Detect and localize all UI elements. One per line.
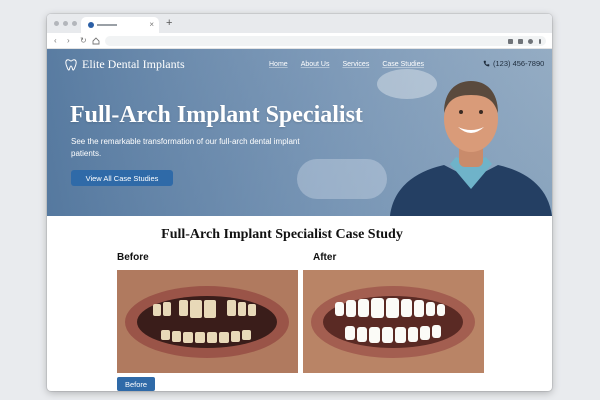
- address-bar[interactable]: [105, 36, 546, 46]
- hero-subtitle: See the remarkable transformation of our…: [71, 137, 300, 158]
- extension-icon[interactable]: [508, 39, 513, 44]
- before-teeth-photo: [117, 270, 298, 373]
- browser-window: × + ‹ › ↻ Elite Dental Implants Home Abo…: [47, 14, 552, 391]
- browser-toolbar: ‹ › ↻: [47, 33, 552, 49]
- hero-title: Full-Arch Implant Specialist: [70, 102, 363, 128]
- minimize-window-dot[interactable]: [63, 21, 68, 26]
- profile-icon[interactable]: [528, 39, 533, 44]
- reload-icon[interactable]: ↻: [80, 35, 87, 47]
- view-all-case-studies-button[interactable]: View All Case Studies: [71, 170, 173, 186]
- nav-home[interactable]: Home: [269, 61, 288, 68]
- new-tab-button[interactable]: +: [166, 16, 172, 30]
- close-window-dot[interactable]: [54, 21, 59, 26]
- after-teeth-photo: [303, 270, 484, 373]
- nav-services[interactable]: Services: [342, 61, 369, 68]
- menu-icon[interactable]: [539, 39, 541, 44]
- clinic-chair-decoration: [297, 159, 387, 199]
- bookmark-icon[interactable]: [518, 39, 523, 44]
- window-controls: [54, 21, 77, 26]
- before-label: Before: [117, 252, 149, 263]
- doctor-portrait-image: [390, 81, 552, 216]
- after-label: After: [313, 252, 337, 263]
- back-icon[interactable]: ‹: [54, 35, 57, 47]
- browser-tab[interactable]: ×: [81, 17, 159, 33]
- favicon-icon: [88, 22, 94, 28]
- tab-bar: × +: [47, 14, 552, 33]
- logo-text: Elite Dental Implants: [82, 57, 185, 71]
- site-logo[interactable]: Elite Dental Implants: [64, 57, 185, 72]
- home-icon[interactable]: [92, 37, 100, 45]
- maximize-window-dot[interactable]: [72, 21, 77, 26]
- tooth-icon: [65, 58, 77, 71]
- forward-icon[interactable]: ›: [67, 35, 70, 47]
- page-viewport: Elite Dental Implants Home About Us Serv…: [47, 49, 552, 391]
- tab-title-placeholder: [97, 24, 117, 26]
- hero-banner: Elite Dental Implants Home About Us Serv…: [47, 49, 552, 216]
- close-tab-icon[interactable]: ×: [149, 19, 154, 31]
- nav-about-us[interactable]: About Us: [301, 61, 330, 68]
- case-study-title: Full-Arch Implant Specialist Case Study: [161, 227, 403, 242]
- phone-icon: [483, 60, 490, 67]
- before-toggle-button[interactable]: Before: [117, 377, 155, 391]
